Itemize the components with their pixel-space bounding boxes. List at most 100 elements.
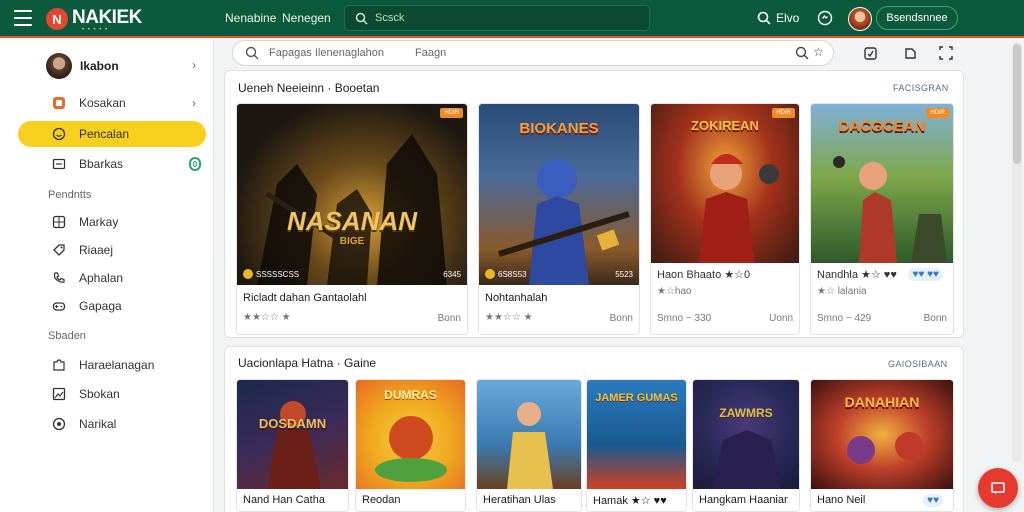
top-nav-item-1[interactable]: Nenabine: [225, 11, 276, 25]
game-card-title[interactable]: Haon Bhaato ★☆0: [657, 268, 750, 281]
game-card-art-title: ZOKIREAN: [691, 118, 759, 133]
notification-icon[interactable]: [817, 10, 833, 26]
sidebar-item-aphalan[interactable]: Aphalan: [18, 265, 206, 291]
sidebar-item-riaaej[interactable]: Riaaej: [18, 237, 206, 263]
fullscreen-icon[interactable]: [938, 45, 954, 61]
top-right-label[interactable]: Elvo: [776, 11, 799, 25]
gamepad-icon: [51, 298, 67, 314]
game-card-meta: Bonn: [609, 313, 633, 324]
game-card-art[interactable]: [477, 380, 581, 489]
game-card-art[interactable]: HDIR NASANAN BIGE SSSSSCSS 6345: [237, 104, 467, 285]
status-badge: 0: [189, 157, 201, 171]
sidebar-item-markay[interactable]: Markay: [18, 209, 206, 235]
avatar[interactable]: [848, 7, 872, 31]
game-card-meta: Smno ~ 330: [657, 313, 712, 324]
chat-icon: [991, 482, 1005, 494]
top-search-placeholder: Scsck: [375, 12, 405, 24]
game-card-tag: HDIR: [926, 108, 949, 118]
game-card-art-title: JAMER GUMAS: [595, 392, 678, 404]
sidebar-item-label: Kosakan: [79, 96, 126, 110]
game-card-title[interactable]: Ricladt dahan Gantaolahl: [243, 292, 367, 304]
game-card-art-title: DACGCEAN: [838, 118, 926, 135]
game-card[interactable]: DUMRAS Reodan: [355, 379, 466, 512]
sidebar-item-kosakan[interactable]: Kosakan: [18, 90, 206, 116]
sidebar-item-label: Narikal: [79, 417, 117, 431]
logo-badge[interactable]: N: [46, 8, 68, 30]
game-card-title[interactable]: Hamak ★☆ ♥♥: [593, 494, 667, 507]
game-card-rating: ★☆hao: [657, 286, 692, 297]
menu-icon[interactable]: [14, 10, 32, 26]
game-card-title[interactable]: Hangkam Haaniar: [699, 494, 788, 506]
sidebar-item-sbokan[interactable]: Sbokan: [18, 381, 206, 407]
game-card[interactable]: DOSDAMN Nand Han Catha: [236, 379, 349, 512]
bookmark-icon[interactable]: [862, 45, 878, 61]
game-card-coins: SSSSSCSS: [243, 269, 299, 279]
game-card-art[interactable]: HDIR DACGCEAN: [811, 104, 953, 263]
game-card[interactable]: HDIR ZOKIREAN Haon Bhaato ★☆0 ★☆hao Smno…: [650, 103, 800, 335]
star-icon[interactable]: ☆: [813, 45, 824, 59]
sidebar-item-label: Gapaga: [79, 299, 122, 313]
share-icon[interactable]: [902, 45, 918, 61]
grid-icon: [51, 214, 67, 230]
search-icon[interactable]: [757, 11, 771, 25]
search-placeholder-secondary: Faagn: [415, 47, 447, 59]
sidebar-item-haraelanagan[interactable]: Haraelanagan: [18, 352, 206, 378]
game-card-title[interactable]: Heratihan Ulas: [483, 494, 556, 506]
profile-name[interactable]: Ikabon: [80, 59, 119, 73]
smile-icon: [51, 126, 67, 142]
game-card-art[interactable]: DANAHIAN: [811, 380, 953, 489]
sidebar-item-label: Markay: [79, 215, 119, 229]
game-card-title[interactable]: Hano Neil: [817, 494, 865, 506]
search-icon[interactable]: [795, 46, 809, 60]
game-card-title[interactable]: Nand Han Catha: [243, 494, 325, 506]
game-card-tag: HDIR: [772, 108, 795, 118]
card-icon: [51, 156, 67, 172]
game-card[interactable]: DANAHIAN Hano Neil ♥♥: [810, 379, 954, 512]
section-see-all-link[interactable]: FACISGRAN: [893, 83, 949, 93]
globe-icon: [51, 416, 67, 432]
game-card[interactable]: HDIR NASANAN BIGE SSSSSCSS 6345 Ricladt …: [236, 103, 468, 335]
hero-illustration: [267, 401, 321, 489]
game-card-art-subtitle: BIGE: [339, 236, 365, 247]
game-card[interactable]: Heratihan Ulas: [476, 379, 582, 512]
game-card-tag: HDIR: [440, 108, 463, 118]
sidebar-item-label: Pencalan: [79, 127, 130, 141]
logo-text[interactable]: NAKIEK: [72, 7, 142, 29]
game-card-art-title: DANAHIAN: [844, 394, 920, 410]
game-card-art[interactable]: DOSDAMN: [237, 380, 348, 489]
game-card-art[interactable]: DUMRAS: [356, 380, 465, 489]
game-card-art[interactable]: BIOKANES 6S8S53 5523: [479, 104, 639, 285]
sidebar-item-narikal[interactable]: Narikal: [18, 411, 206, 437]
game-card[interactable]: JAMER GUMAS Hamak ★☆ ♥♥: [586, 379, 687, 512]
game-card-chip: ♥♥: [923, 494, 943, 507]
main-search-input[interactable]: Fapagas Ilenenaglahon Faagn ☆: [232, 40, 834, 66]
sidebar-item-gapaga[interactable]: Gapaga: [18, 293, 206, 319]
game-card-art[interactable]: JAMER GUMAS: [587, 380, 686, 489]
puzzle-icon: [51, 357, 67, 373]
sidebar-item-pencalan[interactable]: Pencalan: [18, 121, 206, 147]
top-search-input[interactable]: Scsck: [344, 5, 650, 31]
game-card-title[interactable]: Nandhla ★☆ ♥♥: [817, 268, 897, 281]
game-card-title[interactable]: Reodan: [362, 494, 401, 506]
game-card-count: 6345: [443, 270, 461, 279]
chevron-right-icon[interactable]: ›: [192, 58, 196, 72]
game-card[interactable]: ZAWMRS Hangkam Haaniar: [692, 379, 800, 512]
sidebar-item-label: Aphalan: [79, 271, 124, 285]
floating-action-button[interactable]: [978, 468, 1018, 508]
tag-icon: [51, 242, 67, 258]
game-card[interactable]: HDIR DACGCEAN Nandhla ★☆ ♥♥ ♥♥ ♥♥ ★☆ lal…: [810, 103, 954, 335]
chevron-right-icon[interactable]: ›: [192, 96, 196, 110]
scrollbar-thumb[interactable]: [1013, 44, 1021, 164]
game-card[interactable]: BIOKANES 6S8S53 5523 Nohtanhalah ★★☆☆ ★ …: [478, 103, 640, 335]
search-placeholder: Fapagas Ilenenaglahon: [269, 47, 384, 59]
section-title: Uacionlapa Hatna · Gaine: [238, 356, 377, 370]
user-menu-button[interactable]: Bsendsnnee: [876, 6, 958, 30]
game-card-title[interactable]: Nohtanhalah: [485, 292, 547, 304]
section-see-all-link[interactable]: GAIOSIBAAN: [888, 359, 948, 369]
sidebar-item-bbarkas[interactable]: Bbarkas: [18, 151, 206, 177]
profile-avatar[interactable]: [46, 53, 72, 79]
top-nav-item-2[interactable]: Nenegen: [282, 11, 331, 25]
game-card-art[interactable]: HDIR ZOKIREAN: [651, 104, 799, 263]
game-card-art-title: DUMRAS: [384, 388, 437, 402]
game-card-art[interactable]: ZAWMRS: [693, 380, 799, 489]
